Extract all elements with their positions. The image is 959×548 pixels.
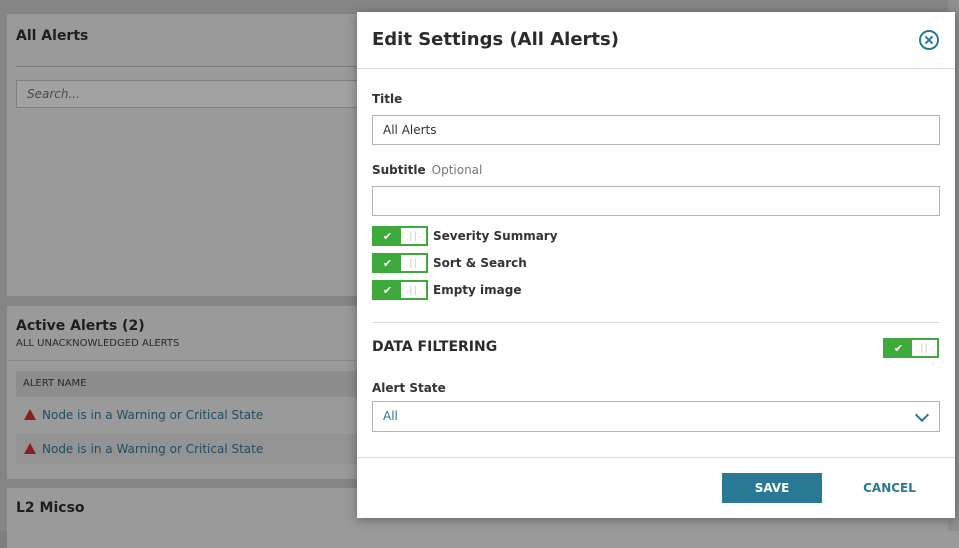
save-button[interactable]: SAVE — [722, 473, 822, 503]
subtitle-input[interactable] — [372, 186, 940, 216]
alert-state-value: All — [383, 409, 398, 423]
alert-state-label: Alert State — [372, 381, 446, 395]
toggle-label: Sort & Search — [433, 256, 527, 270]
data-filtering-toggle[interactable]: ✔ || — [883, 338, 939, 358]
check-icon: ✔ — [374, 255, 401, 271]
subtitle-label-text: Subtitle — [372, 163, 426, 177]
divider — [357, 68, 955, 69]
edit-settings-dialog: Edit Settings (All Alerts) Title Subtitl… — [357, 12, 955, 518]
check-icon: ✔ — [374, 282, 401, 298]
empty-image-row: ✔ || Empty image — [372, 280, 521, 300]
toggle-knob: || — [409, 230, 418, 242]
alert-link[interactable]: Node is in a Warning or Critical State — [42, 408, 263, 422]
toggle-knob: || — [409, 257, 418, 269]
panel-title: Active Alerts (2) — [16, 318, 145, 334]
toggle-knob: || — [920, 342, 929, 354]
chevron-down-icon — [914, 407, 930, 423]
search-input[interactable]: Search... — [16, 80, 416, 108]
sort-search-row: ✔ || Sort & Search — [372, 253, 527, 273]
optional-hint: Optional — [431, 163, 483, 177]
divider — [357, 457, 955, 458]
empty-image-toggle[interactable]: ✔ || — [372, 280, 428, 300]
subtitle-label: Subtitle Optional — [372, 163, 482, 177]
toggle-knob: || — [409, 284, 418, 296]
cancel-button[interactable]: CANCEL — [847, 473, 932, 503]
dialog-title: Edit Settings (All Alerts) — [372, 29, 619, 50]
warning-triangle-icon — [24, 443, 36, 454]
severity-summary-toggle[interactable]: ✔ || — [372, 226, 428, 246]
toggle-label: Severity Summary — [433, 229, 558, 243]
panel-title: All Alerts — [16, 28, 89, 44]
alert-link[interactable]: Node is in a Warning or Critical State — [42, 442, 263, 456]
check-icon: ✔ — [374, 228, 401, 244]
title-input[interactable] — [372, 115, 940, 145]
panel-title: L2 Micso — [16, 500, 85, 516]
toggle-label: Empty image — [433, 283, 522, 297]
title-label-text: Title — [372, 92, 403, 106]
divider — [372, 322, 940, 323]
warning-triangle-icon — [24, 409, 36, 420]
sort-search-toggle[interactable]: ✔ || — [372, 253, 428, 273]
data-filtering-title: DATA FILTERING — [372, 339, 498, 355]
alert-state-select[interactable]: All — [372, 401, 940, 432]
panel-subtitle: ALL UNACKNOWLEDGED ALERTS — [16, 338, 180, 349]
severity-summary-row: ✔ || Severity Summary — [372, 226, 558, 246]
check-icon: ✔ — [885, 340, 912, 356]
title-label: Title — [372, 92, 402, 106]
close-icon[interactable] — [919, 30, 939, 50]
